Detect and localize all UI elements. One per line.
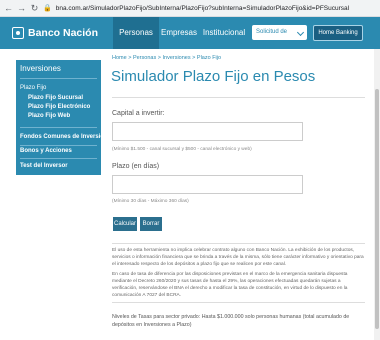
- breadcrumb-inversiones[interactable]: Inversiones: [162, 55, 190, 61]
- capital-label: Capital a invertir:: [112, 110, 165, 117]
- breadcrumb-home[interactable]: Home: [112, 55, 127, 61]
- nav-empresas[interactable]: Empresas: [159, 17, 199, 49]
- breadcrumb-plazo-fijo[interactable]: Plazo Fijo: [197, 55, 221, 61]
- sidebar-item-plazo-fijo-sucursal[interactable]: Plazo Fijo Sucursal: [28, 95, 83, 101]
- divider: [112, 302, 365, 303]
- site-header: Banco Nación Personas Empresas Instituci…: [0, 17, 380, 50]
- capital-input[interactable]: [112, 122, 303, 141]
- reload-icon[interactable]: ↻: [30, 3, 39, 14]
- breadcrumb-personas[interactable]: Personas: [133, 55, 156, 61]
- sidebar-item-plazo-fijo-web[interactable]: Plazo Fijo Web: [28, 113, 70, 119]
- home-banking-button[interactable]: Home Banking: [313, 25, 363, 41]
- page-scrollbar[interactable]: [374, 49, 380, 340]
- capital-hint: (Mínimo $1.500 - canal sucursal y $500 -…: [112, 147, 252, 152]
- nav-institucional[interactable]: Institucional: [199, 17, 249, 49]
- divider: [20, 158, 97, 159]
- breadcrumb: Home > Personas > Inversiones > Plazo Fi…: [112, 55, 222, 61]
- sidebar: Inversiones Plazo Fijo Plazo Fijo Sucurs…: [16, 60, 108, 175]
- plazo-hint: (Mínimo 30 días - Máximo 360 días): [112, 199, 189, 204]
- page-title: Simulador Plazo Fijo en Pesos: [111, 68, 316, 85]
- divider: [112, 97, 365, 98]
- plazo-label: Plazo (en días): [112, 163, 160, 170]
- address-bar[interactable]: bna.com.ar/SimuladorPlazoFijo/SubInterna…: [56, 5, 376, 12]
- calcular-button[interactable]: Calcular: [113, 217, 137, 231]
- sidebar-item-plazo-fijo-electronico[interactable]: Plazo Fijo Electrónico: [28, 104, 90, 110]
- plazo-input[interactable]: [112, 175, 303, 194]
- back-arrow-icon[interactable]: ←: [4, 3, 13, 13]
- sidebar-title: Inversiones: [20, 64, 61, 73]
- divider: [112, 243, 365, 244]
- disclaimer-text: El uso de esta herramienta no implica ce…: [112, 248, 364, 267]
- borrar-button[interactable]: Borrar: [140, 217, 162, 231]
- forward-arrow-icon[interactable]: →: [17, 3, 26, 13]
- logo-text: Banco Nación: [28, 27, 99, 39]
- bank-logo-icon: [12, 27, 24, 39]
- divider: [20, 127, 97, 128]
- sidebar-item-bonos-acciones[interactable]: Bonos y Acciones: [20, 148, 72, 154]
- turnos-select[interactable]: Solicitud de Turnos: [252, 25, 307, 50]
- divider: [20, 145, 97, 146]
- sidebar-item-fondos-comunes[interactable]: Fondos Comunes de Inversión: [20, 134, 108, 140]
- bank-logo[interactable]: Banco Nación: [12, 27, 98, 39]
- sidebar-item-test-inversor[interactable]: Test del Inversor: [20, 163, 68, 169]
- lock-icon[interactable]: 🔒: [43, 4, 52, 12]
- disclaimer-text-2: En caso de tasa de diferencia por las di…: [112, 272, 348, 298]
- sidebar-item-plazo-fijo[interactable]: Plazo Fijo: [20, 85, 46, 91]
- divider: [20, 78, 97, 79]
- niveles-text: Niveles de Tasas para sector privado: Ha…: [112, 314, 350, 328]
- browser-toolbar: ← → ↻ 🔒 bna.com.ar/SimuladorPlazoFijo/Su…: [0, 0, 380, 17]
- nav-personas[interactable]: Personas: [113, 17, 159, 49]
